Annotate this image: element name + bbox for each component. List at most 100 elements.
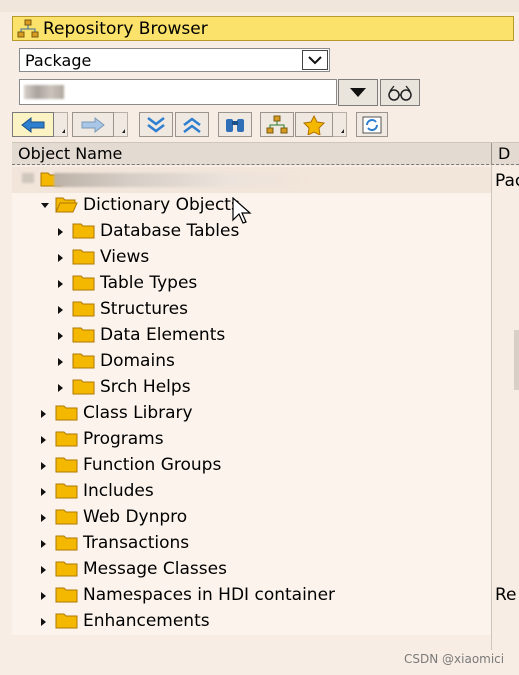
tree-node[interactable]: Views <box>12 245 491 271</box>
column-object-name[interactable]: Object Name <box>18 144 122 163</box>
forward-button[interactable] <box>72 112 114 137</box>
tree-node[interactable]: Web Dynpro <box>12 505 491 531</box>
chevron-down-icon[interactable] <box>302 50 328 70</box>
refresh-icon <box>362 116 382 133</box>
folder-icon <box>72 353 95 369</box>
tree-node-label: Namespaces in HDI container <box>83 585 336 605</box>
tree-node-label: Table Types <box>100 273 198 293</box>
tree-node[interactable]: Structures <box>12 297 491 323</box>
folder-icon <box>55 483 78 499</box>
back-button[interactable] <box>12 112 54 137</box>
tree-node-label: Message Classes <box>83 559 227 579</box>
expand-triangle-icon[interactable] <box>58 358 63 366</box>
hierarchy-up-button[interactable] <box>260 112 294 137</box>
find-button[interactable] <box>218 112 252 137</box>
tree-node[interactable]: Programs <box>12 427 491 453</box>
tree-node[interactable]: Function Groups <box>12 453 491 479</box>
expand-triangle-icon[interactable] <box>41 514 46 522</box>
arrow-right-icon <box>81 116 105 133</box>
expand-triangle-icon[interactable] <box>58 280 63 288</box>
forward-history-dropdown[interactable] <box>114 112 128 137</box>
tree-root-row[interactable] <box>12 167 491 193</box>
tree-node-label: Srch Helps <box>100 377 191 397</box>
tree-node-label: Class Library <box>83 403 193 423</box>
expand-triangle-icon[interactable] <box>41 566 46 574</box>
tree-node-label: Views <box>100 247 150 267</box>
star-icon <box>303 114 325 135</box>
arrow-left-icon <box>21 116 45 133</box>
redacted-package-name <box>54 173 304 187</box>
object-type-value: Package <box>25 50 92 70</box>
tree-node-label: Includes <box>83 481 154 501</box>
folder-icon <box>72 327 95 343</box>
binoculars-icon <box>226 118 244 132</box>
root-description: Pac <box>495 171 519 191</box>
expand-triangle-icon[interactable] <box>41 410 46 418</box>
tree-node-label: Programs <box>83 429 164 449</box>
folder-icon <box>55 561 78 577</box>
tree-node[interactable]: Data Elements <box>12 323 491 349</box>
vertical-scrollbar[interactable] <box>514 330 519 390</box>
tree-node[interactable]: Enhancements <box>12 609 491 635</box>
panel-title: Repository Browser <box>43 18 208 39</box>
folder-icon <box>72 301 95 317</box>
back-history-dropdown[interactable] <box>54 112 68 137</box>
tree-node-label: Domains <box>100 351 175 371</box>
folder-icon <box>72 249 95 265</box>
column-description[interactable]: D <box>498 144 510 163</box>
tree-node-label: Database Tables <box>100 221 240 241</box>
expand-triangle-icon[interactable] <box>41 540 46 548</box>
folder-icon <box>55 587 78 603</box>
folder-icon <box>55 509 78 525</box>
tree-node[interactable]: Table Types <box>12 271 491 297</box>
display-button[interactable] <box>380 79 420 106</box>
tree-node[interactable]: Message Classes <box>12 557 491 583</box>
window-top-strip <box>0 0 519 12</box>
repository-browser-title[interactable]: Repository Browser <box>12 16 514 41</box>
tree-node-label: Structures <box>100 299 188 319</box>
hierarchy-icon <box>17 19 39 37</box>
object-type-select[interactable]: Package <box>19 48 330 72</box>
folder-icon <box>55 431 78 447</box>
expand-triangle-icon[interactable] <box>41 618 46 626</box>
column-divider-line <box>491 165 492 650</box>
expand-triangle-icon[interactable] <box>58 306 63 314</box>
folder-icon <box>72 379 95 395</box>
tree-node-label: Dictionary Objects <box>83 195 240 215</box>
refresh-button[interactable] <box>356 112 388 137</box>
expand-triangle-icon[interactable] <box>41 488 46 496</box>
expand-triangle-icon[interactable] <box>58 254 63 262</box>
tree-node[interactable]: Class Library <box>12 401 491 427</box>
expand-triangle-icon[interactable] <box>58 332 63 340</box>
expand-triangle-icon[interactable] <box>41 436 46 444</box>
expand-triangle-icon[interactable] <box>41 592 46 600</box>
tree-node[interactable]: Transactions <box>12 531 491 557</box>
folder-icon <box>72 223 95 239</box>
dropdown-button[interactable] <box>338 79 378 106</box>
column-separator[interactable] <box>491 143 492 165</box>
tree-node-label: Data Elements <box>100 325 226 345</box>
tree-node-label: Transactions <box>83 533 190 553</box>
collapse-all-button[interactable] <box>175 112 209 137</box>
collapse-triangle-icon[interactable] <box>41 203 49 208</box>
tree-node-label: Web Dynpro <box>83 507 188 527</box>
expand-triangle-icon[interactable] <box>58 228 63 236</box>
redacted-expander <box>22 173 34 183</box>
tree-node-label: Function Groups <box>83 455 222 475</box>
favorites-dropdown[interactable] <box>333 112 347 137</box>
triangle-down-icon <box>350 88 366 97</box>
folder-icon <box>55 535 78 551</box>
glasses-icon <box>388 85 412 101</box>
tree-node[interactable]: Includes <box>12 479 491 505</box>
hierarchy-up-icon <box>266 115 288 133</box>
expand-all-button[interactable] <box>139 112 173 137</box>
folder-icon <box>72 275 95 291</box>
expand-triangle-icon[interactable] <box>41 462 46 470</box>
expand-icon <box>147 116 165 133</box>
search-input[interactable] <box>19 79 337 105</box>
tree-node[interactable]: Domains <box>12 349 491 375</box>
favorites-button[interactable] <box>295 112 333 137</box>
expand-triangle-icon[interactable] <box>58 384 63 392</box>
tree-node[interactable]: Srch Helps <box>12 375 491 401</box>
tree-node[interactable]: Namespaces in HDI container <box>12 583 491 609</box>
